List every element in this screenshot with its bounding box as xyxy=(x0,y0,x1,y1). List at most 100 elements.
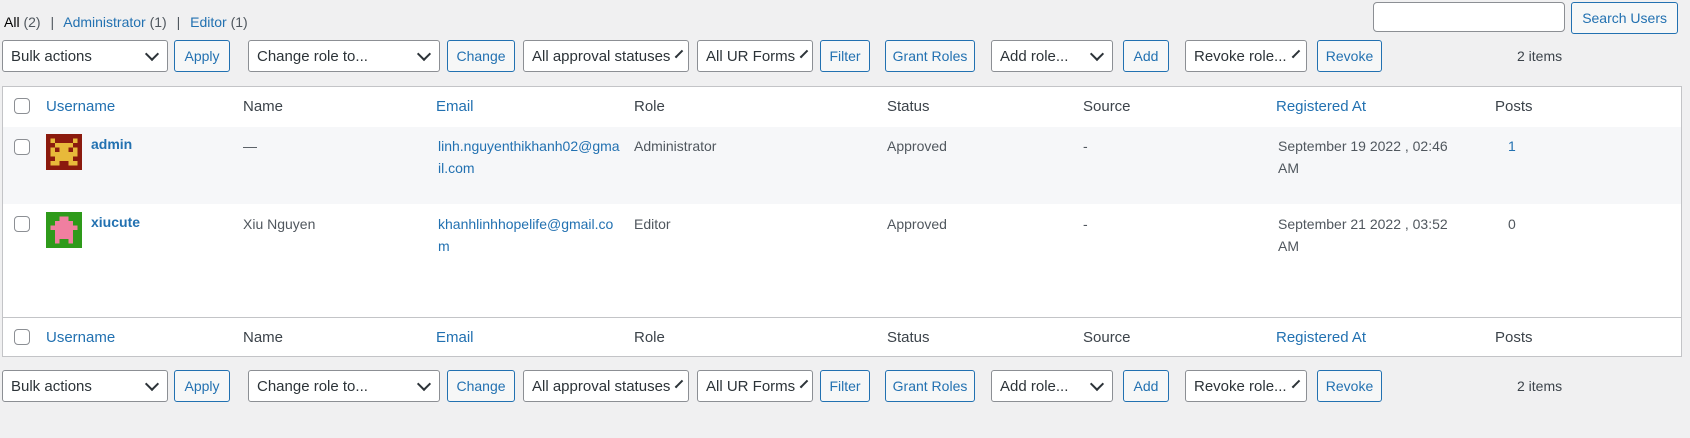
bulk-actions-value: Bulk actions xyxy=(11,47,92,65)
chevron-down-icon xyxy=(1291,49,1300,58)
search-box: Search Users xyxy=(1373,2,1678,34)
column-name: Name xyxy=(243,329,284,346)
email-line-1: khanhlinhhopelife@gmail.co xyxy=(438,216,614,232)
identicon-red-icon xyxy=(46,134,82,170)
chevron-down-icon xyxy=(144,376,160,391)
user-status: Approved xyxy=(887,138,947,154)
chevron-down-icon xyxy=(1089,46,1105,61)
identicon-green-icon xyxy=(46,212,82,248)
bulk-actions-select[interactable]: Bulk actions xyxy=(2,40,168,72)
filter-button[interactable]: Filter xyxy=(820,370,870,402)
username-link[interactable]: xiucute xyxy=(91,214,140,230)
change-button[interactable]: Change xyxy=(447,40,515,72)
view-administrator-link[interactable]: Administrator xyxy=(63,14,145,30)
revoke-role-value: Revoke role... xyxy=(1194,377,1287,395)
change-role-select[interactable]: Change role to... xyxy=(248,370,440,402)
add-role-select[interactable]: Add role... xyxy=(991,370,1113,402)
change-role-select[interactable]: Change role to... xyxy=(248,40,440,72)
view-editor-link[interactable]: Editor xyxy=(190,14,227,30)
select-all-checkbox[interactable] xyxy=(14,98,30,114)
select-all-checkbox[interactable] xyxy=(14,329,30,345)
chevron-down-icon xyxy=(675,379,684,388)
email-link[interactable]: khanhlinhhopelife@gmail.co m xyxy=(438,213,613,257)
column-name: Name xyxy=(243,98,284,115)
revoke-role-select[interactable]: Revoke role... xyxy=(1185,370,1307,402)
view-editor-count: (1) xyxy=(230,14,248,30)
ur-forms-select[interactable]: All UR Forms xyxy=(697,40,813,72)
column-source: Source xyxy=(1083,329,1131,346)
change-button[interactable]: Change xyxy=(447,370,515,402)
grant-roles-button[interactable]: Grant Roles xyxy=(885,40,975,72)
column-status: Status xyxy=(887,329,930,346)
apply-button[interactable]: Apply xyxy=(174,370,230,402)
email-link[interactable]: linh.nguyenthikhanh02@gma il.com xyxy=(438,135,620,179)
column-registered-at[interactable]: Registered At xyxy=(1276,318,1366,358)
row-checkbox[interactable] xyxy=(14,139,30,155)
ur-forms-value: All UR Forms xyxy=(706,47,796,65)
registered-at: September 21 2022 , 03:52 AM xyxy=(1278,213,1448,257)
approval-status-value: All approval statuses xyxy=(532,47,671,65)
row-checkbox[interactable] xyxy=(14,216,30,232)
column-email[interactable]: Email xyxy=(436,87,474,127)
change-role-value: Change role to... xyxy=(257,377,368,395)
bulk-actions-select[interactable]: Bulk actions xyxy=(2,370,168,402)
add-role-value: Add role... xyxy=(1000,377,1069,395)
grant-roles-button[interactable]: Grant Roles xyxy=(885,370,975,402)
posts-count-link[interactable]: 1 xyxy=(1508,135,1516,157)
chevron-down-icon xyxy=(1089,376,1105,391)
separator: | xyxy=(50,14,55,30)
add-role-select[interactable]: Add role... xyxy=(991,40,1113,72)
column-registered-at[interactable]: Registered At xyxy=(1276,87,1366,127)
filter-button[interactable]: Filter xyxy=(820,40,870,72)
column-username[interactable]: Username xyxy=(46,87,115,127)
chevron-down-icon xyxy=(1291,379,1300,388)
user-source: - xyxy=(1083,216,1088,232)
approval-status-value: All approval statuses xyxy=(532,377,671,395)
search-input[interactable] xyxy=(1373,2,1566,32)
view-all-count: (2) xyxy=(23,14,41,30)
user-status: Approved xyxy=(887,216,947,232)
change-role-value: Change role to... xyxy=(257,47,368,65)
table-row: admin — linh.nguyenthikhanh02@gma il.com … xyxy=(3,127,1681,204)
view-all-label: All xyxy=(4,14,20,30)
ur-forms-select[interactable]: All UR Forms xyxy=(697,370,813,402)
view-editor-label: Editor xyxy=(190,14,227,30)
revoke-button[interactable]: Revoke xyxy=(1317,370,1382,402)
column-role: Role xyxy=(634,98,665,115)
chevron-down-icon xyxy=(675,49,684,58)
registered-line-2: AM xyxy=(1278,160,1299,176)
add-button[interactable]: Add xyxy=(1123,40,1169,72)
search-users-button[interactable]: Search Users xyxy=(1571,2,1678,34)
column-posts: Posts xyxy=(1495,329,1533,346)
ur-forms-value: All UR Forms xyxy=(706,377,796,395)
registered-line-1: September 21 2022 , 03:52 xyxy=(1278,216,1448,232)
tablenav-bottom: Bulk actions Apply Change role to... Cha… xyxy=(0,370,1690,404)
user-role: Editor xyxy=(634,216,671,232)
add-button[interactable]: Add xyxy=(1123,370,1169,402)
revoke-role-value: Revoke role... xyxy=(1194,47,1287,65)
revoke-button[interactable]: Revoke xyxy=(1317,40,1382,72)
email-line-1: linh.nguyenthikhanh02@gma xyxy=(438,138,620,154)
username-link[interactable]: admin xyxy=(91,136,132,152)
chevron-down-icon xyxy=(799,49,809,58)
chevron-down-icon xyxy=(799,379,809,388)
posts-count: 0 xyxy=(1508,216,1516,232)
table-row: xiucute Xiu Nguyen khanhlinhhopelife@gma… xyxy=(3,204,1681,317)
add-role-value: Add role... xyxy=(1000,47,1069,65)
bulk-actions-value: Bulk actions xyxy=(11,377,92,395)
view-all-link[interactable]: All xyxy=(4,14,20,30)
column-username[interactable]: Username xyxy=(46,318,115,358)
column-source: Source xyxy=(1083,98,1131,115)
approval-status-select[interactable]: All approval statuses xyxy=(523,40,689,72)
column-email[interactable]: Email xyxy=(436,318,474,358)
chevron-down-icon xyxy=(416,376,432,391)
user-name: — xyxy=(243,138,257,154)
table-footer: Username Name Email Role Status Source R… xyxy=(3,317,1681,358)
email-line-2: m xyxy=(438,238,450,254)
apply-button[interactable]: Apply xyxy=(174,40,230,72)
approval-status-select[interactable]: All approval statuses xyxy=(523,370,689,402)
registered-line-1: September 19 2022 , 02:46 xyxy=(1278,138,1448,154)
table-header: Username Name Email Role Status Source R… xyxy=(3,87,1681,128)
revoke-role-select[interactable]: Revoke role... xyxy=(1185,40,1307,72)
column-status: Status xyxy=(887,98,930,115)
